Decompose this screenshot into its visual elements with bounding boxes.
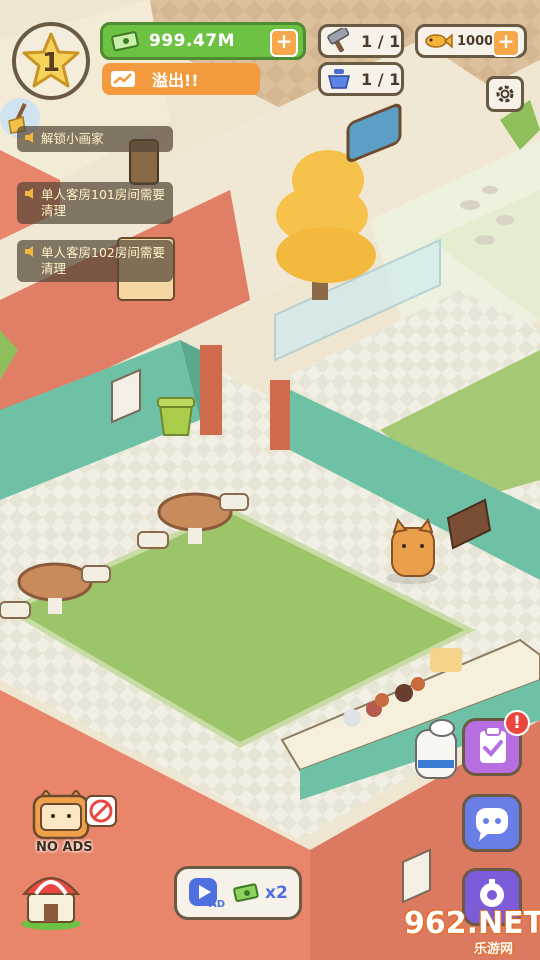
- bowl-counter[interactable]: 1 / 1: [318, 62, 404, 96]
- add-money-button[interactable]: +: [270, 29, 298, 57]
- bowl-count: 1 / 1: [361, 69, 401, 89]
- task-text: 解锁小画家: [41, 131, 104, 146]
- task-text: 单人客房101房间需要清理: [41, 187, 165, 218]
- gear-icon: [496, 85, 514, 103]
- level-badge[interactable]: 1: [12, 22, 90, 100]
- orange-cat: [386, 517, 438, 584]
- stool: [0, 601, 31, 619]
- stool: [81, 565, 111, 583]
- hammer-counter[interactable]: 1 / 1: [318, 24, 404, 58]
- cake: [430, 648, 462, 672]
- task-item[interactable]: 单人客房102房间需要清理: [17, 240, 173, 282]
- cash-icon: [233, 883, 259, 902]
- money-counter[interactable]: 999.47M +: [100, 22, 306, 60]
- fish-counter[interactable]: 1000M +: [415, 24, 527, 58]
- settings-button[interactable]: [486, 76, 524, 112]
- overflow-label: 溢出!!: [152, 71, 199, 90]
- task-text: 单人客房102房间需要清理: [41, 245, 165, 276]
- stool: [219, 493, 249, 511]
- money-amount: 999.47M: [149, 31, 236, 51]
- cash-icon: [111, 31, 139, 52]
- task-item[interactable]: 单人客房101房间需要清理: [17, 182, 173, 224]
- stool: [137, 531, 169, 549]
- chat-button[interactable]: [462, 794, 522, 852]
- trend-up-icon: [111, 71, 135, 87]
- no-ads-icon: [85, 795, 117, 827]
- speaker-icon: [25, 246, 33, 257]
- level-number: 1: [41, 48, 61, 78]
- no-ads-label: NO ADS: [36, 840, 93, 855]
- site-watermark: 962.NET 乐游网: [400, 906, 540, 958]
- fish-icon: [425, 33, 453, 49]
- tasks-alert-badge: !: [504, 710, 530, 736]
- speaker-icon: [25, 188, 33, 199]
- add-fish-button[interactable]: +: [492, 29, 520, 57]
- ad-double-button[interactable]: AD x2: [174, 866, 302, 920]
- task-item[interactable]: 解锁小画家: [17, 126, 173, 152]
- bowl-icon: [328, 69, 350, 89]
- hammer-count: 1 / 1: [361, 31, 401, 51]
- shop-icon: [21, 877, 81, 930]
- hammer-icon: [327, 28, 350, 53]
- chat-bubble-icon: [476, 808, 508, 841]
- shop-button[interactable]: [18, 866, 84, 930]
- trash-bin: [157, 397, 195, 436]
- ad-label: AD: [209, 899, 226, 910]
- watermark-sub: 乐游网: [474, 942, 514, 957]
- overflow-banner[interactable]: 溢出!!: [102, 63, 260, 95]
- no-ads-button[interactable]: NO ADS: [8, 790, 118, 860]
- ad-multiplier: x2: [265, 883, 288, 903]
- speaker-icon: [25, 132, 33, 143]
- watermark-main: 962.NET: [404, 906, 540, 941]
